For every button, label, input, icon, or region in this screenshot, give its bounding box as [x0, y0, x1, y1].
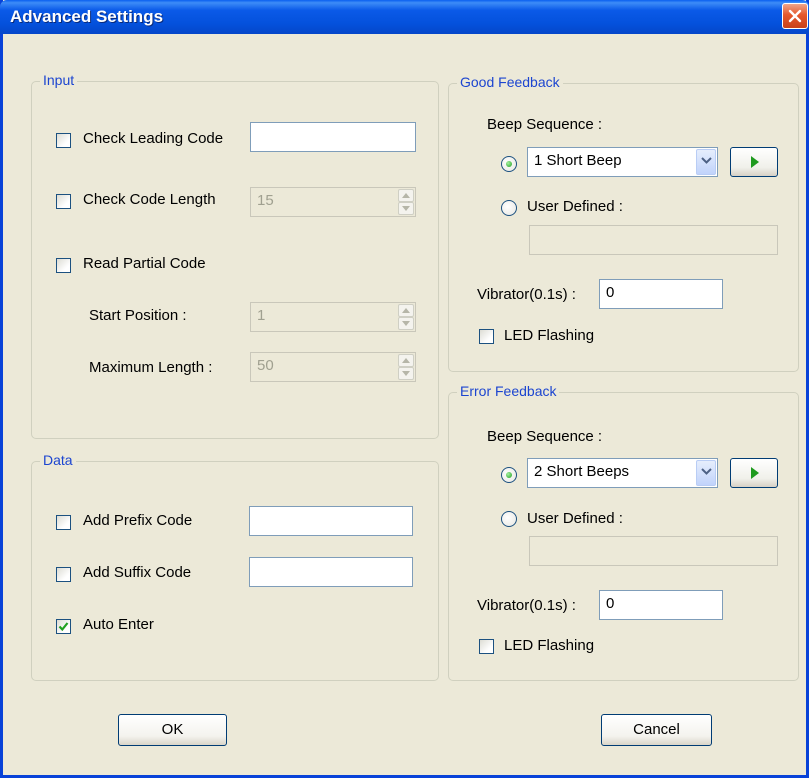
maximum-length-value: 50	[257, 357, 274, 374]
spin-up-icon	[402, 358, 410, 363]
error-beep-sequence-label: Beep Sequence :	[487, 428, 603, 445]
error-vibrator-input[interactable]: 0	[599, 590, 723, 620]
check-code-length-checkbox[interactable]	[56, 194, 71, 209]
spin-down-icon	[402, 371, 410, 376]
error-led-flashing-label: LED Flashing	[504, 637, 595, 654]
code-length-spin-down[interactable]	[398, 202, 414, 215]
close-icon	[788, 9, 802, 23]
auto-enter-label: Auto Enter	[83, 616, 154, 633]
good-user-defined-input[interactable]	[529, 225, 778, 255]
chevron-down-icon	[701, 157, 712, 164]
add-suffix-code-checkbox[interactable]	[56, 567, 71, 582]
good-feedback-group: Good Feedback Beep Sequence : 1 Short Be…	[448, 74, 799, 372]
suffix-code-input[interactable]	[249, 557, 413, 587]
spin-down-icon	[402, 321, 410, 326]
error-beep-preset-radio[interactable]	[501, 467, 517, 483]
good-user-defined-label: User Defined :	[527, 198, 623, 215]
error-user-defined-input[interactable]	[529, 536, 778, 566]
auto-enter-checkbox[interactable]	[56, 619, 71, 634]
start-position-spinner[interactable]: 1	[250, 302, 416, 332]
good-beep-preset-radio[interactable]	[501, 156, 517, 172]
play-icon	[751, 156, 759, 168]
checkmark-icon	[58, 622, 69, 632]
good-beep-selected-value: 1 Short Beep	[534, 152, 622, 169]
input-legend: Input	[40, 72, 78, 88]
data-legend: Data	[40, 452, 76, 468]
good-beep-play-button[interactable]	[730, 147, 778, 177]
error-beep-sequence-select[interactable]: 2 Short Beeps	[527, 458, 718, 488]
close-button[interactable]	[782, 3, 808, 29]
good-feedback-legend: Good Feedback	[457, 74, 563, 90]
maximum-length-label: Maximum Length :	[89, 359, 213, 376]
add-prefix-code-label: Add Prefix Code	[83, 512, 193, 529]
read-partial-code-label: Read Partial Code	[83, 255, 206, 272]
error-user-defined-radio[interactable]	[501, 511, 517, 527]
maximum-length-spin-down[interactable]	[398, 367, 414, 380]
radio-selected-dot	[506, 472, 512, 478]
spin-up-icon	[402, 193, 410, 198]
good-beep-sequence-select[interactable]: 1 Short Beep	[527, 147, 718, 177]
good-beep-dropdown-button[interactable]	[696, 149, 716, 175]
good-vibrator-input[interactable]: 0	[599, 279, 723, 309]
start-position-spin-down[interactable]	[398, 317, 414, 330]
add-prefix-code-checkbox[interactable]	[56, 515, 71, 530]
window-title: Advanced Settings	[10, 7, 164, 26]
cancel-button[interactable]: Cancel	[601, 714, 712, 746]
check-code-length-label: Check Code Length	[83, 191, 216, 208]
add-suffix-code-label: Add Suffix Code	[83, 564, 192, 581]
start-position-value: 1	[257, 307, 266, 324]
spin-up-icon	[402, 308, 410, 313]
start-position-label: Start Position :	[89, 307, 187, 324]
radio-selected-dot	[506, 161, 512, 167]
good-vibrator-label: Vibrator(0.1s) :	[477, 286, 576, 303]
maximum-length-spin-up[interactable]	[398, 354, 414, 367]
maximum-length-spinner[interactable]: 50	[250, 352, 416, 382]
code-length-value: 15	[257, 192, 274, 209]
chevron-down-icon	[701, 468, 712, 475]
start-position-spin-up[interactable]	[398, 304, 414, 317]
error-feedback-group: Error Feedback Beep Sequence : 2 Short B…	[448, 383, 799, 681]
error-vibrator-label: Vibrator(0.1s) :	[477, 597, 576, 614]
leading-code-input[interactable]	[250, 122, 416, 152]
good-beep-sequence-label: Beep Sequence :	[487, 116, 603, 133]
ok-button[interactable]: OK	[118, 714, 227, 746]
advanced-settings-dialog: Advanced Settings Input Check Leading Co…	[0, 0, 809, 778]
error-beep-play-button[interactable]	[730, 458, 778, 488]
error-feedback-legend: Error Feedback	[457, 383, 560, 399]
good-led-flashing-label: LED Flashing	[504, 327, 595, 344]
error-beep-selected-value: 2 Short Beeps	[534, 463, 630, 480]
check-leading-code-label: Check Leading Code	[83, 130, 224, 147]
spin-down-icon	[402, 206, 410, 211]
prefix-code-input[interactable]	[249, 506, 413, 536]
error-user-defined-label: User Defined :	[527, 510, 623, 527]
code-length-spinner[interactable]: 15	[250, 187, 416, 217]
good-user-defined-radio[interactable]	[501, 200, 517, 216]
input-group: Input Check Leading Code Check Code Leng…	[31, 72, 439, 439]
play-icon	[751, 467, 759, 479]
error-beep-dropdown-button[interactable]	[696, 460, 716, 486]
error-led-flashing-checkbox[interactable]	[479, 639, 494, 654]
read-partial-code-checkbox[interactable]	[56, 258, 71, 273]
code-length-spin-up[interactable]	[398, 189, 414, 202]
check-leading-code-checkbox[interactable]	[56, 133, 71, 148]
good-led-flashing-checkbox[interactable]	[479, 329, 494, 344]
data-group: Data Add Prefix Code Add Suffix Code Aut…	[31, 452, 439, 681]
title-bar[interactable]: Advanced Settings	[0, 0, 809, 34]
